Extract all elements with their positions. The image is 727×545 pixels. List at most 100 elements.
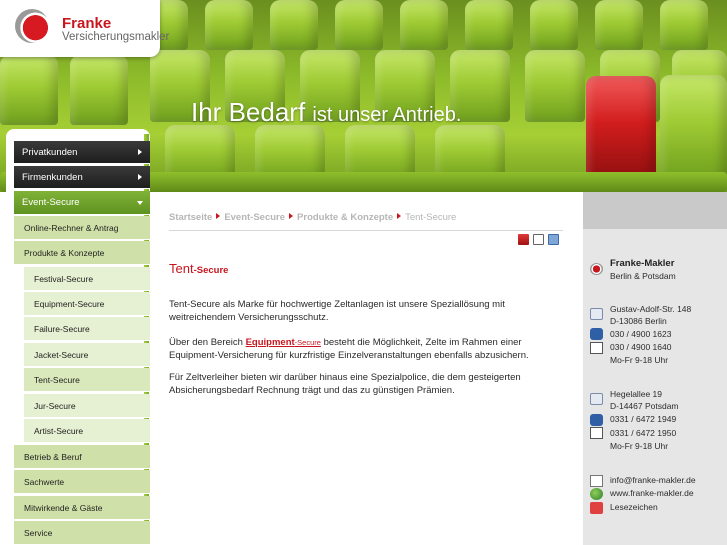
pdf-icon[interactable] <box>518 234 529 245</box>
seat-image <box>660 0 708 50</box>
print-icon[interactable] <box>533 234 544 245</box>
nav-label: Firmenkunden <box>22 172 83 183</box>
breadcrumb-separator-icon <box>289 213 294 219</box>
link-main: Equipment <box>245 337 295 348</box>
nav-item-mitwirkende[interactable]: Mitwirkende & Gäste <box>14 496 150 520</box>
logo-name: Franke <box>62 15 112 32</box>
slogan-word: Ihr Bedarf <box>191 97 306 127</box>
nav-item-jur-secure[interactable]: Jur-Secure <box>24 394 150 418</box>
email-icon[interactable] <box>548 234 559 245</box>
nav-label: Privatkunden <box>22 147 78 158</box>
fax-icon <box>590 427 603 439</box>
nav-label: Online-Rechner & Antrag <box>24 223 119 233</box>
phone-number: 030 / 4900 1623 <box>610 329 672 339</box>
nav-item-privatkunden[interactable]: Privatkunden <box>14 141 150 164</box>
nav-item-artist-secure[interactable]: Artist-Secure <box>24 419 150 443</box>
address-street: Hegelallee 19 <box>610 389 662 399</box>
nav-item-online-rechner[interactable]: Online-Rechner & Antrag <box>14 216 150 240</box>
nav-item-produkte[interactable]: Produkte & Konzepte <box>14 241 150 265</box>
nav-label: Mitwirkende & Gäste <box>24 503 103 513</box>
fax-icon <box>590 342 603 354</box>
seat-image <box>595 0 643 50</box>
email-link[interactable]: info@franke-makler.de <box>610 475 696 485</box>
chevron-down-icon <box>137 201 143 205</box>
seat-image <box>465 0 513 50</box>
paragraph: Über den Bereich Equipment-Secure besteh… <box>169 336 569 362</box>
breadcrumb-link[interactable]: Produkte & Konzepte <box>297 212 393 223</box>
address-zip: D-13086 Berlin <box>610 316 667 326</box>
address-street: Gustav-Adolf-Str. 148 <box>610 304 692 314</box>
equipment-secure-link[interactable]: Equipment-Secure <box>246 337 321 348</box>
breadcrumb-link[interactable]: Event-Secure <box>224 212 285 223</box>
nav-label: Service <box>24 528 53 538</box>
seat-image <box>530 0 578 50</box>
address-zip: D-14467 Potsdam <box>610 401 679 411</box>
nav-label: Artist-Secure <box>34 426 84 436</box>
nav-label: Equipment-Secure <box>34 299 105 309</box>
opening-hours: Mo-Fr 9-18 Uhr <box>610 355 669 365</box>
nav-item-festival-secure[interactable]: Festival-Secure <box>24 267 150 291</box>
nav-label: Sachwerte <box>24 477 65 487</box>
phone-icon <box>590 328 603 340</box>
nav-item-jacket-secure[interactable]: Jacket-Secure <box>24 343 150 367</box>
nav-label: Betrieb & Beruf <box>24 452 82 462</box>
page-title-suffix: -Secure <box>193 265 229 276</box>
slogan-rest: ist unser Antrieb. <box>312 104 462 126</box>
nav-item-sachwerte[interactable]: Sachwerte <box>14 470 150 494</box>
breadcrumb-separator-icon <box>216 213 221 219</box>
seat-image <box>70 55 128 125</box>
nav-item-event-secure[interactable]: Event-Secure <box>14 191 150 215</box>
contact-header-bar <box>583 192 727 229</box>
paragraph: Tent-Secure als Marke für hochwertige Ze… <box>169 299 505 323</box>
nav-label: Failure-Secure <box>34 324 90 334</box>
letter-icon <box>590 308 603 320</box>
nav-item-tent-secure[interactable]: Tent-Secure <box>24 368 150 392</box>
contact-sidebar: Franke-Makler Berlin & Potsdam Gustav-Ad… <box>583 192 727 545</box>
seat-image <box>660 75 727 180</box>
seat-image <box>0 55 58 125</box>
breadcrumb-link[interactable]: Startseite <box>169 212 212 223</box>
hero-slogan: Ihr Bedarf ist unser Antrieb. <box>191 97 461 128</box>
nav-item-firmenkunden[interactable]: Firmenkunden <box>14 166 150 189</box>
seat-image <box>335 0 383 50</box>
link-suffix: -Secure <box>294 338 321 347</box>
paragraph: Für Zeltverleiher bieten wir darüber hin… <box>169 372 521 396</box>
text: Über den Bereich <box>169 337 246 348</box>
breadcrumb-current: Tent-Secure <box>405 212 457 223</box>
contact-company: Franke-Makler <box>610 258 675 269</box>
page-title-main: Tent <box>169 261 194 276</box>
nav-item-betrieb-beruf[interactable]: Betrieb & Beruf <box>14 445 150 469</box>
nav-label: Jacket-Secure <box>34 350 89 360</box>
globe-icon <box>590 488 603 500</box>
email-icon <box>590 475 603 487</box>
red-seat-image <box>586 76 656 180</box>
logo-subtitle: Versicherungsmakler <box>62 31 170 43</box>
nav-label: Produkte & Konzepte <box>24 248 105 258</box>
divider <box>169 230 563 231</box>
logo-mark-icon <box>590 263 603 275</box>
nav-label: Event-Secure <box>22 197 80 208</box>
logo[interactable]: Franke Versicherungsmakler <box>0 0 169 57</box>
nav-item-equipment-secure[interactable]: Equipment-Secure <box>24 292 150 316</box>
breadcrumb: Startseite Event-Secure Produkte & Konzept… <box>169 212 456 223</box>
logo-mark-icon <box>15 9 49 43</box>
phone-icon <box>590 414 603 426</box>
seat-image <box>400 0 448 50</box>
website-link[interactable]: www.franke-makler.de <box>610 488 694 498</box>
nav-item-service[interactable]: Service <box>14 521 150 545</box>
nav-item-failure-secure[interactable]: Failure-Secure <box>24 317 150 341</box>
nav-label: Tent-Secure <box>34 375 80 385</box>
breadcrumb-separator-icon <box>397 213 402 219</box>
nav-label: Jur-Secure <box>34 401 76 411</box>
contact-cities: Berlin & Potsdam <box>610 271 676 281</box>
seat-image <box>205 0 253 50</box>
letter-icon <box>590 393 603 405</box>
nav-label: Festival-Secure <box>34 274 94 284</box>
bookmark-icon <box>590 502 603 514</box>
fax-number: 030 / 4900 1640 <box>610 342 672 352</box>
fax-number: 0331 / 6472 1950 <box>610 428 677 438</box>
phone-number: 0331 / 6472 1949 <box>610 414 677 424</box>
seat-image <box>270 0 318 50</box>
seat-image <box>525 50 585 122</box>
bookmarks-link[interactable]: Lesezeichen <box>610 502 658 512</box>
